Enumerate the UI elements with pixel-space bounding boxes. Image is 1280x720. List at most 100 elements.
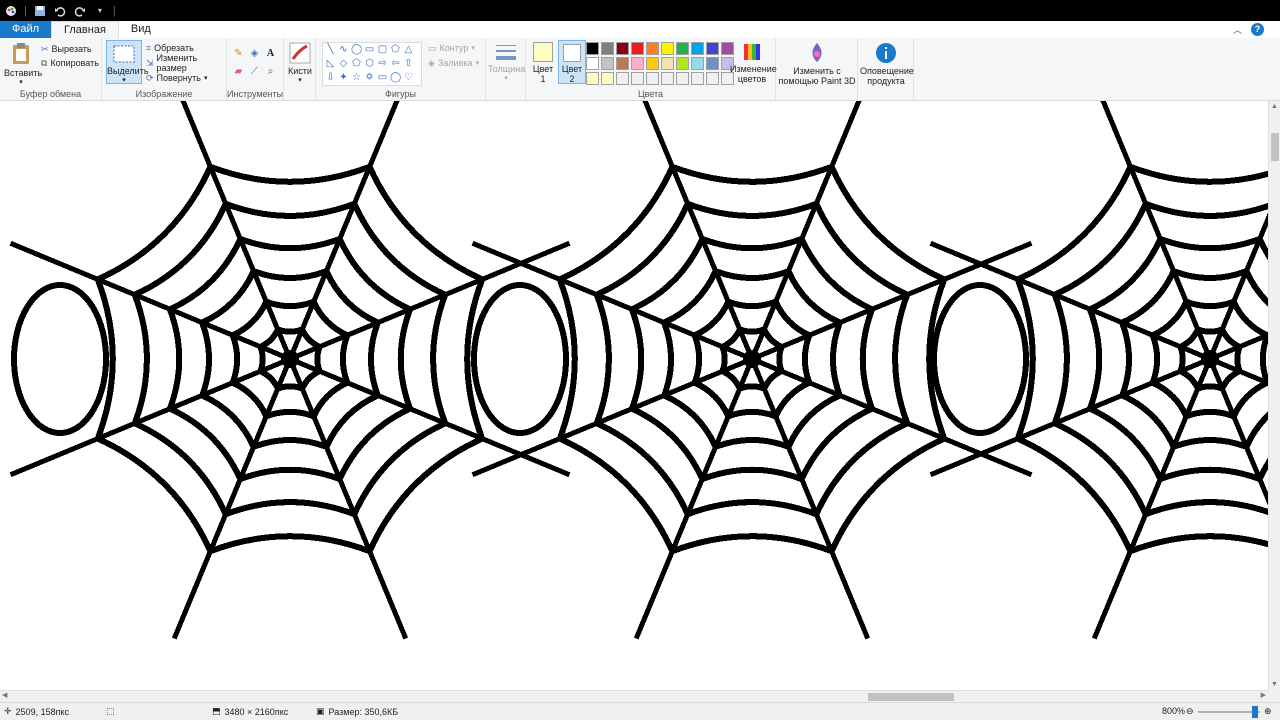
tab-home[interactable]: Главная xyxy=(51,21,119,38)
triangle-shape-icon[interactable]: △ xyxy=(403,44,414,55)
web-ring xyxy=(1014,163,1268,555)
select-button[interactable]: Выделить ▾ xyxy=(106,40,149,84)
palette-swatch[interactable] xyxy=(706,57,719,70)
palette-swatch[interactable] xyxy=(646,72,659,85)
collapse-ribbon-icon[interactable]: ︿ xyxy=(1233,23,1242,36)
palette-swatch[interactable] xyxy=(676,57,689,70)
color1-button[interactable]: Цвет 1 xyxy=(530,42,556,84)
palette-swatch[interactable] xyxy=(631,57,644,70)
rounded-rectangle-shape-icon[interactable]: ▢ xyxy=(377,44,388,55)
five-point-star-shape-icon[interactable]: ☆ xyxy=(351,72,362,83)
horizontal-scrollbar[interactable]: ◀ ▶ xyxy=(0,690,1268,702)
palette-swatch[interactable] xyxy=(691,42,704,55)
fill-bucket-icon[interactable]: ◈ xyxy=(249,48,260,59)
thickness-label: Толщина xyxy=(488,64,526,74)
palette-swatch[interactable] xyxy=(646,57,659,70)
palette-swatch[interactable] xyxy=(601,57,614,70)
paste-button[interactable]: Вставить ▾ xyxy=(4,42,42,88)
product-alert-button[interactable]: Оповещение продукта xyxy=(860,42,914,86)
palette-swatch[interactable] xyxy=(661,72,674,85)
palette-swatch[interactable] xyxy=(661,57,674,70)
right-arrow-shape-icon[interactable]: ⇨ xyxy=(377,58,388,69)
pentagon-shape-icon[interactable]: ⬠ xyxy=(351,58,362,69)
color-picker-icon[interactable]: ⟋ xyxy=(249,66,260,77)
copy-button[interactable]: ⧉ Копировать xyxy=(41,56,99,70)
vertical-scroll-thumb[interactable] xyxy=(1271,133,1279,161)
palette-swatch[interactable] xyxy=(616,57,629,70)
web-connector-loop xyxy=(471,282,569,436)
color-palette xyxy=(586,42,736,88)
palette-swatch[interactable] xyxy=(631,72,644,85)
palette-swatch[interactable] xyxy=(631,42,644,55)
palette-swatch[interactable] xyxy=(691,72,704,85)
outline-button[interactable]: ▭ Контур ▾ xyxy=(428,41,475,55)
magnifier-icon[interactable]: ⌕ xyxy=(265,66,276,77)
hexagon-shape-icon[interactable]: ⬡ xyxy=(364,58,375,69)
palette-swatch[interactable] xyxy=(586,57,599,70)
palette-swatch[interactable] xyxy=(586,72,599,85)
shapes-gallery[interactable]: ╲ ∿ ◯ ▭ ▢ ⬠ △ ◺ ◇ ⬠ ⬡ ⇨ ⇦ ⇧ ⇩ ✦ ☆ ✡ ▭ ◯ … xyxy=(322,42,422,86)
clipboard-group: Вставить ▾ ✂ Вырезать ⧉ Копировать Буфер… xyxy=(0,38,102,101)
vertical-scrollbar[interactable]: ▲ ▼ xyxy=(1268,101,1280,690)
palette-swatch[interactable] xyxy=(601,72,614,85)
rotate-button[interactable]: ⟳ Повернуть ▾ xyxy=(146,71,208,85)
palette-swatch[interactable] xyxy=(691,57,704,70)
paint3d-group: Изменить с помощью Paint 3D xyxy=(776,38,858,101)
zoom-slider-thumb[interactable] xyxy=(1252,706,1258,718)
color2-button[interactable]: Цвет 2 xyxy=(558,40,586,84)
edit-with-paint3d-button[interactable]: Изменить с помощью Paint 3D xyxy=(778,42,856,86)
palette-swatch[interactable] xyxy=(616,72,629,85)
heart-shape-icon[interactable]: ♡ xyxy=(403,72,414,83)
fill-button[interactable]: ◈ Заливка ▾ xyxy=(428,56,479,70)
palette-swatch[interactable] xyxy=(676,72,689,85)
thickness-group: Толщина ▾ xyxy=(486,38,526,101)
edit-colors-button[interactable]: Изменение цветов xyxy=(730,42,777,84)
tab-file[interactable]: Файл xyxy=(0,21,52,38)
help-icon[interactable]: ? xyxy=(1251,23,1264,36)
brushes-button[interactable]: Кисти ▾ xyxy=(286,42,314,86)
customize-quick-access-icon[interactable]: ▾ xyxy=(93,4,107,18)
eraser-icon[interactable]: ▰ xyxy=(233,66,244,77)
thickness-button[interactable]: Толщина ▾ xyxy=(488,42,526,84)
palette-swatch[interactable] xyxy=(706,42,719,55)
paint-app-icon[interactable] xyxy=(4,4,18,18)
diamond-shape-icon[interactable]: ◇ xyxy=(338,58,349,69)
oval-shape-icon[interactable]: ◯ xyxy=(351,44,362,55)
left-arrow-shape-icon[interactable]: ⇦ xyxy=(390,58,401,69)
right-triangle-shape-icon[interactable]: ◺ xyxy=(325,58,336,69)
undo-icon[interactable] xyxy=(53,4,67,18)
zoom-in-icon[interactable]: ⊕ xyxy=(1264,706,1272,717)
resize-button[interactable]: ⇲ Изменить размер xyxy=(146,53,226,73)
redo-icon[interactable] xyxy=(73,4,87,18)
line-shape-icon[interactable]: ╲ xyxy=(325,44,336,55)
crop-icon: ⌗ xyxy=(146,42,152,53)
rectangle-shape-icon[interactable]: ▭ xyxy=(364,44,375,55)
four-point-star-shape-icon[interactable]: ✦ xyxy=(338,72,349,83)
pencil-icon[interactable]: ✎ xyxy=(233,48,244,59)
callout-oval-shape-icon[interactable]: ◯ xyxy=(390,72,401,83)
polygon-shape-icon[interactable]: ⬠ xyxy=(390,44,401,55)
text-tool-icon[interactable]: A xyxy=(265,48,276,59)
zoom-slider[interactable] xyxy=(1198,711,1260,713)
title-bar: | ▾ | xyxy=(0,0,1280,21)
palette-swatch[interactable] xyxy=(646,42,659,55)
palette-swatch[interactable] xyxy=(661,42,674,55)
palette-swatch[interactable] xyxy=(616,42,629,55)
zoom-out-icon[interactable]: ⊖ xyxy=(1186,706,1194,717)
palette-swatch[interactable] xyxy=(676,42,689,55)
cut-button[interactable]: ✂ Вырезать xyxy=(41,42,92,56)
palette-swatch[interactable] xyxy=(586,42,599,55)
save-icon[interactable] xyxy=(33,4,47,18)
up-arrow-shape-icon[interactable]: ⇧ xyxy=(403,58,414,69)
palette-swatch[interactable] xyxy=(706,72,719,85)
tab-view[interactable]: Вид xyxy=(119,21,163,38)
callout-rect-shape-icon[interactable]: ▭ xyxy=(377,72,388,83)
palette-swatch[interactable] xyxy=(601,42,614,55)
six-point-star-shape-icon[interactable]: ✡ xyxy=(364,72,375,83)
web-connector-loop xyxy=(11,282,109,436)
curve-shape-icon[interactable]: ∿ xyxy=(338,44,349,55)
horizontal-scroll-thumb[interactable] xyxy=(868,693,954,701)
drawing-canvas[interactable] xyxy=(0,101,1268,690)
product-alert-label: Оповещение продукта xyxy=(860,66,914,86)
down-arrow-shape-icon[interactable]: ⇩ xyxy=(325,72,336,83)
